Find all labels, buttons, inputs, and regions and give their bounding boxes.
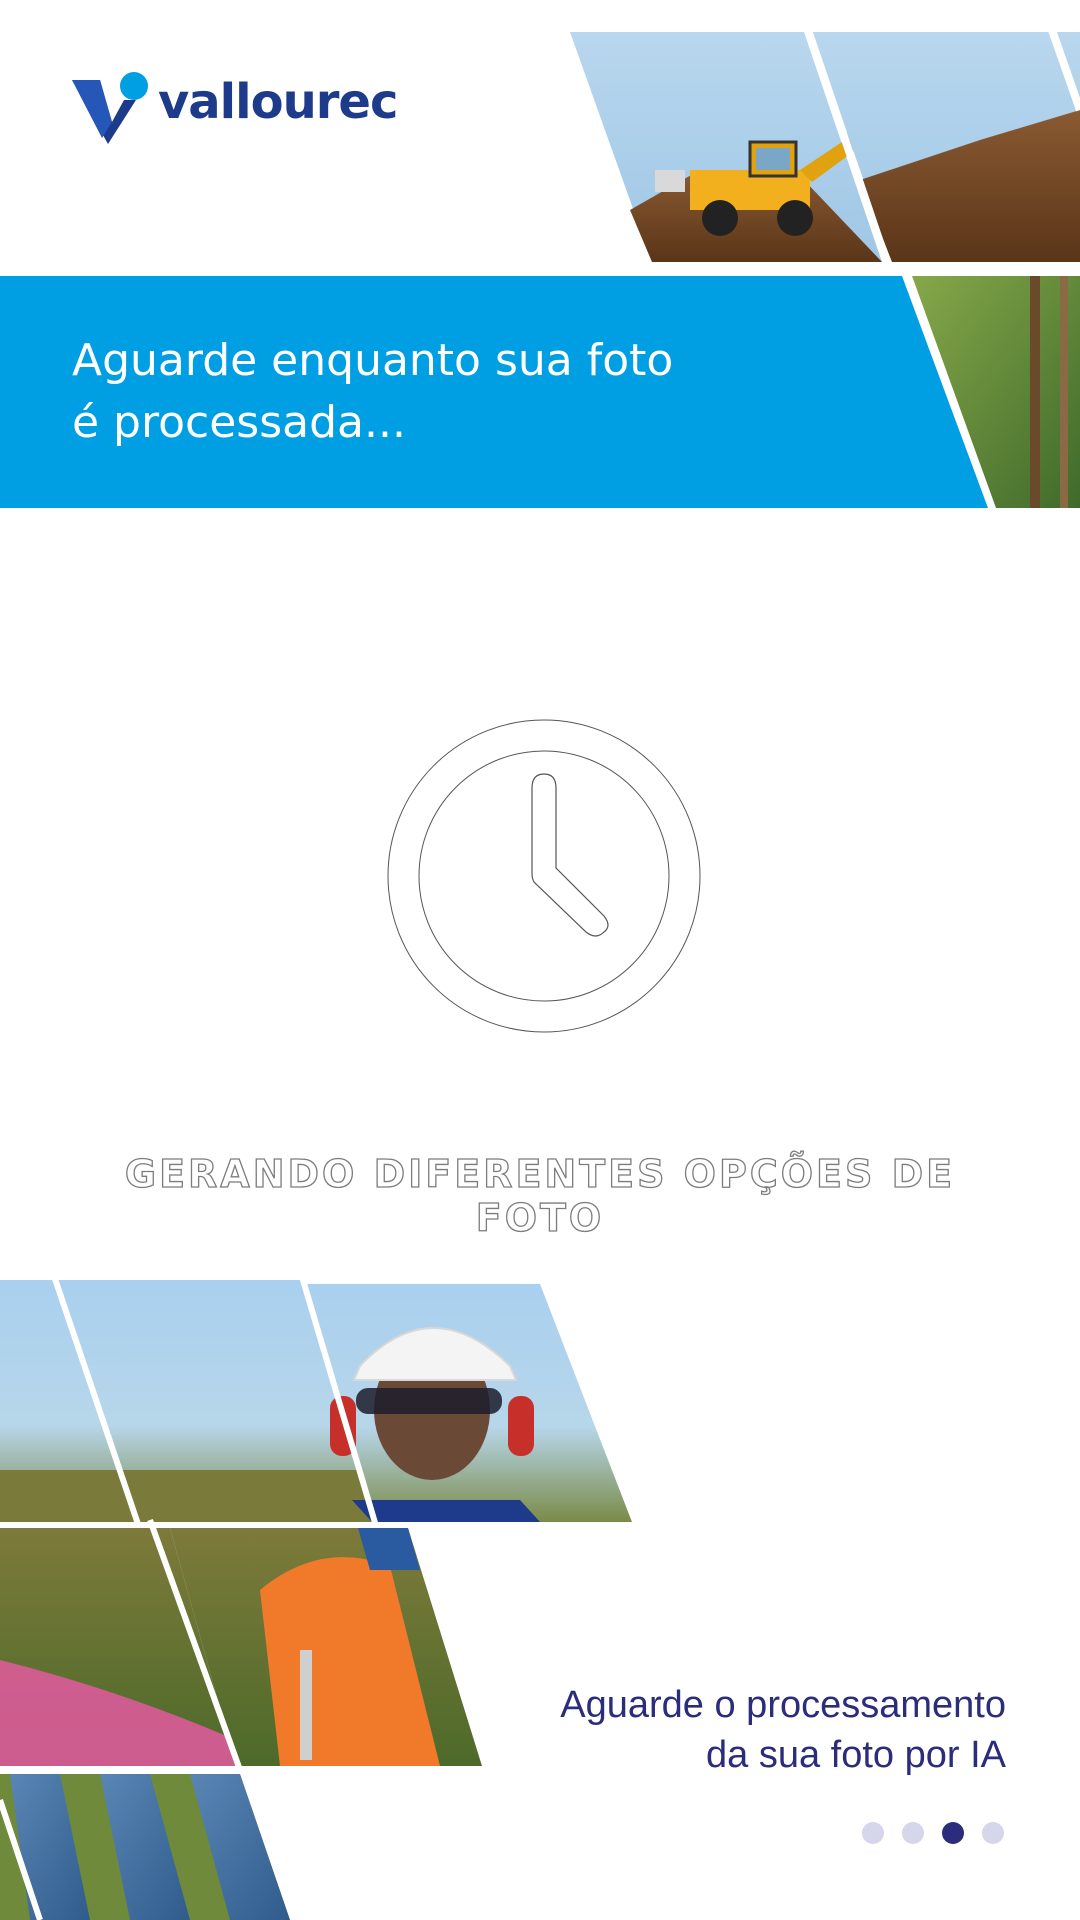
solar-panel-photo [0, 1774, 290, 1920]
banner-title-line1: Aguarde enquanto sua foto [72, 335, 674, 386]
status-text: GERANDO DIFERENTES OPÇÕES DE FOTO [124, 1151, 956, 1240]
page-dot-2[interactable] [902, 1822, 924, 1844]
page-dot-4[interactable] [982, 1822, 1004, 1844]
banner-title-line2: é processada... [72, 397, 406, 448]
page-dot-3[interactable] [942, 1822, 964, 1844]
clock-icon [387, 719, 701, 1033]
top-photo-collage [570, 30, 1080, 268]
brand-name: vallourec [158, 74, 398, 130]
page-indicator [862, 1822, 1010, 1846]
vallourec-logo: vallourec [72, 72, 398, 152]
banner-title: Aguarde enquanto sua foto é processada..… [72, 330, 772, 454]
caption-line1: Aguarde o processamento [560, 1684, 1006, 1726]
bottom-photo-collage [0, 1270, 640, 1920]
caption-line2: da sua foto por IA [706, 1734, 1006, 1776]
page-dot-1[interactable] [862, 1822, 884, 1844]
vallourec-logo-mark [72, 72, 148, 144]
caption: Aguarde o processamento da sua foto por … [440, 1680, 1006, 1780]
